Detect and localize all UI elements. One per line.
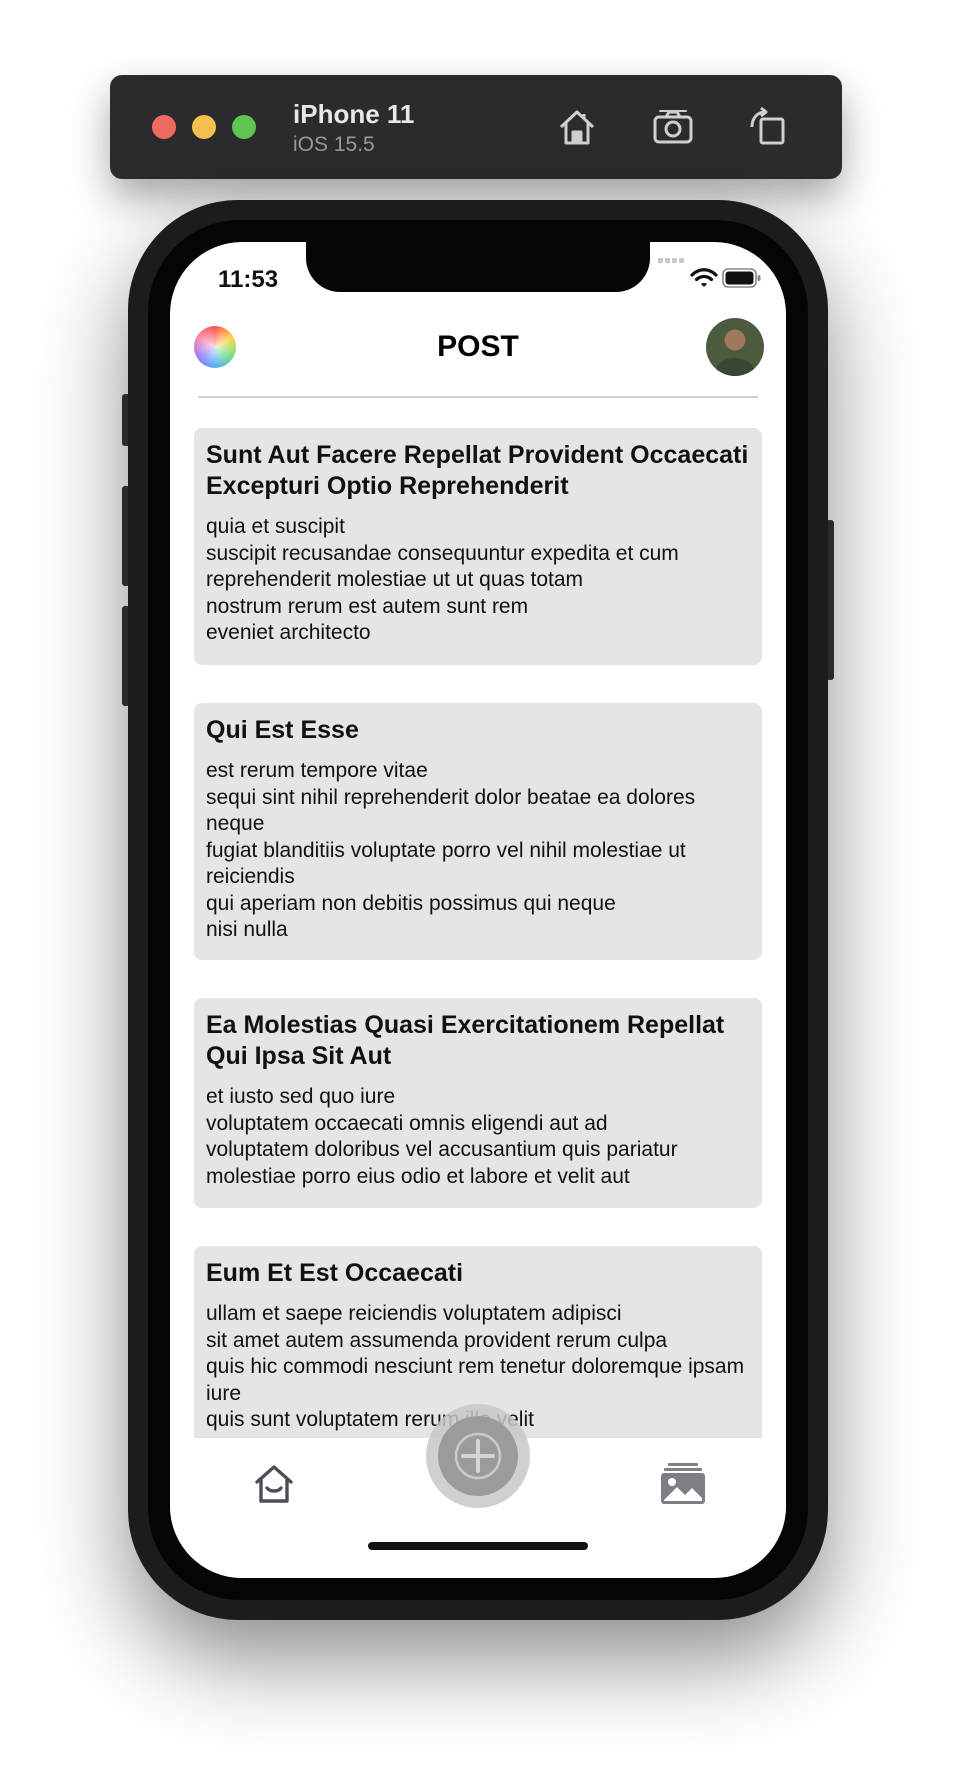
home-icon[interactable] — [555, 105, 599, 149]
post-title: Ea Molestias Quasi Exercitationem Repell… — [206, 1011, 725, 1070]
post-card[interactable]: Sunt Aut Facere Repellat Provident Occae… — [194, 428, 762, 665]
home-indicator — [368, 1542, 588, 1550]
camera-icon[interactable] — [651, 105, 695, 149]
tab-bar — [170, 1404, 786, 1578]
app-screen: 11:53 POST Sunt Aut Facere Repellat Prov… — [170, 242, 786, 1578]
device-name: iPhone 11 — [293, 99, 415, 129]
notch — [306, 242, 650, 292]
post-list[interactable]: Sunt Aut Facere Repellat Provident Occae… — [194, 428, 762, 1458]
post-card[interactable]: Qui Est Esse est rerum tempore vitae seq… — [194, 703, 762, 960]
cellular-signal-icon — [658, 250, 686, 263]
home-icon — [255, 1465, 293, 1503]
zoom-window-button[interactable] — [232, 115, 256, 139]
add-post-button[interactable] — [438, 1416, 518, 1496]
post-title: Eum Et Est Occaecati — [206, 1259, 464, 1287]
header-divider — [198, 396, 758, 398]
avatar[interactable] — [706, 318, 764, 376]
device-os-version: iOS 15.5 — [293, 133, 375, 156]
device-frame: 11:53 POST Sunt Aut Facere Repellat Prov… — [128, 200, 828, 1620]
post-body: et iusto sed quo iure voluptatem occaeca… — [206, 1085, 678, 1188]
close-window-button[interactable] — [152, 115, 176, 139]
simulator-toolbar: iPhone 11 iOS 15.5 — [110, 75, 842, 179]
wifi-icon — [690, 268, 718, 287]
gallery-icon — [661, 1463, 705, 1504]
status-time: 11:53 — [218, 266, 279, 293]
add-icon — [454, 1432, 502, 1480]
post-title: Sunt Aut Facere Repellat Provident Occae… — [206, 441, 749, 500]
tab-home[interactable] — [252, 1462, 296, 1506]
page-title: POST — [437, 330, 519, 363]
rotate-icon[interactable] — [746, 105, 790, 149]
post-body: quia et suscipit suscipit recusandae con… — [206, 515, 679, 644]
tab-gallery[interactable] — [660, 1462, 706, 1506]
post-body: est rerum tempore vitae sequi sint nihil… — [206, 759, 696, 941]
post-title: Qui Est Esse — [206, 716, 359, 744]
battery-icon — [722, 268, 761, 288]
post-card[interactable]: Ea Molestias Quasi Exercitationem Repell… — [194, 998, 762, 1208]
minimize-window-button[interactable] — [192, 115, 216, 139]
